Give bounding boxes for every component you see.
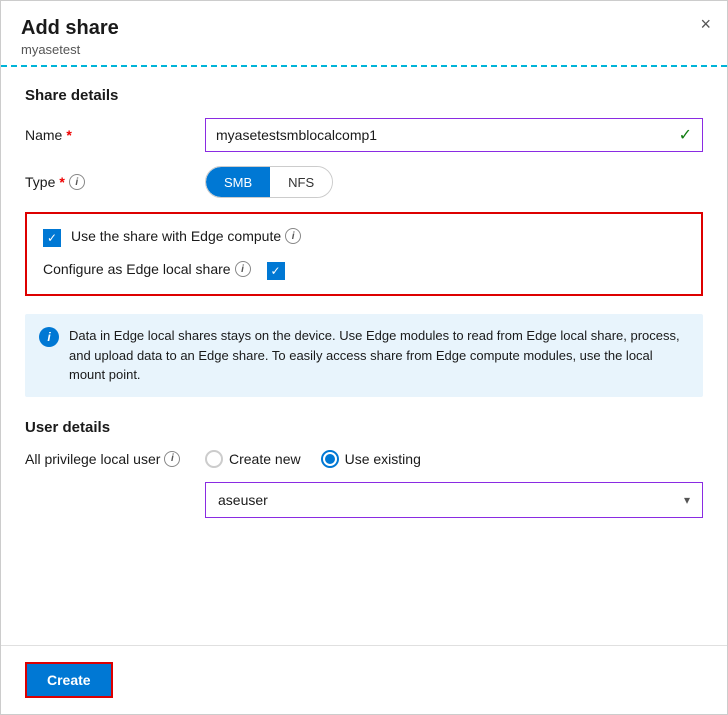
privilege-row: All privilege local user i Create new Us…: [25, 450, 703, 468]
edge-compute-label: Use the share with Edge compute i: [71, 228, 301, 244]
radio-group: Create new Use existing: [205, 450, 421, 468]
edge-local-checkmark: ✓: [271, 265, 281, 277]
info-banner: i Data in Edge local shares stays on the…: [25, 314, 703, 397]
use-existing-radio[interactable]: [321, 450, 339, 468]
use-existing-option[interactable]: Use existing: [321, 450, 421, 468]
edge-compute-row: ✓ Use the share with Edge compute i: [43, 228, 685, 247]
type-required-star: *: [59, 174, 64, 190]
edge-compute-info-icon[interactable]: i: [285, 228, 301, 244]
edge-local-info-icon[interactable]: i: [235, 261, 251, 277]
info-banner-icon: i: [39, 327, 59, 347]
dialog-footer: Create: [1, 645, 727, 714]
name-label: Name *: [25, 127, 205, 143]
name-row: Name * myasetestsmblocalcomp1 ✓: [25, 118, 703, 152]
use-existing-radio-dot: [325, 454, 335, 464]
dialog-title: Add share: [21, 17, 707, 40]
type-info-icon[interactable]: i: [69, 174, 85, 190]
user-details-title: User details: [25, 419, 703, 436]
dialog-subtitle: myasetest: [21, 42, 707, 57]
add-share-dialog: Add share myasetest × Share details Name…: [0, 0, 728, 715]
edge-compute-checkmark: ✓: [47, 232, 57, 244]
nfs-toggle[interactable]: NFS: [270, 167, 332, 197]
create-new-radio[interactable]: [205, 450, 223, 468]
create-button[interactable]: Create: [25, 662, 113, 698]
type-label: Type * i: [25, 174, 205, 190]
name-input[interactable]: myasetestsmblocalcomp1 ✓: [205, 118, 703, 152]
type-row: Type * i SMB NFS: [25, 166, 703, 198]
close-button[interactable]: ×: [700, 15, 711, 33]
share-details-title: Share details: [25, 87, 703, 104]
edge-local-label: Configure as Edge local share i: [43, 261, 251, 277]
valid-checkmark: ✓: [679, 125, 692, 145]
dropdown-arrow-icon: ▾: [684, 493, 690, 507]
use-existing-label: Use existing: [345, 451, 421, 467]
edge-compute-checkbox[interactable]: ✓: [43, 229, 61, 247]
edge-local-checkbox[interactable]: ✓: [267, 262, 285, 280]
edge-local-row: Configure as Edge local share i ✓: [43, 261, 685, 280]
dropdown-value: aseuser: [218, 492, 268, 508]
type-toggle-group: SMB NFS: [205, 166, 333, 198]
info-banner-text: Data in Edge local shares stays on the d…: [69, 326, 689, 385]
create-new-option[interactable]: Create new: [205, 450, 301, 468]
name-value: myasetestsmblocalcomp1: [216, 127, 377, 143]
dialog-header: Add share myasetest ×: [1, 1, 727, 67]
privilege-info-icon[interactable]: i: [164, 451, 180, 467]
privilege-label: All privilege local user i: [25, 451, 205, 467]
dialog-body: Share details Name * myasetestsmblocalco…: [1, 67, 727, 645]
smb-toggle[interactable]: SMB: [206, 167, 270, 197]
edge-compute-box: ✓ Use the share with Edge compute i Conf…: [25, 212, 703, 296]
name-required-star: *: [66, 127, 71, 143]
user-dropdown[interactable]: aseuser ▾: [205, 482, 703, 518]
create-new-label: Create new: [229, 451, 301, 467]
